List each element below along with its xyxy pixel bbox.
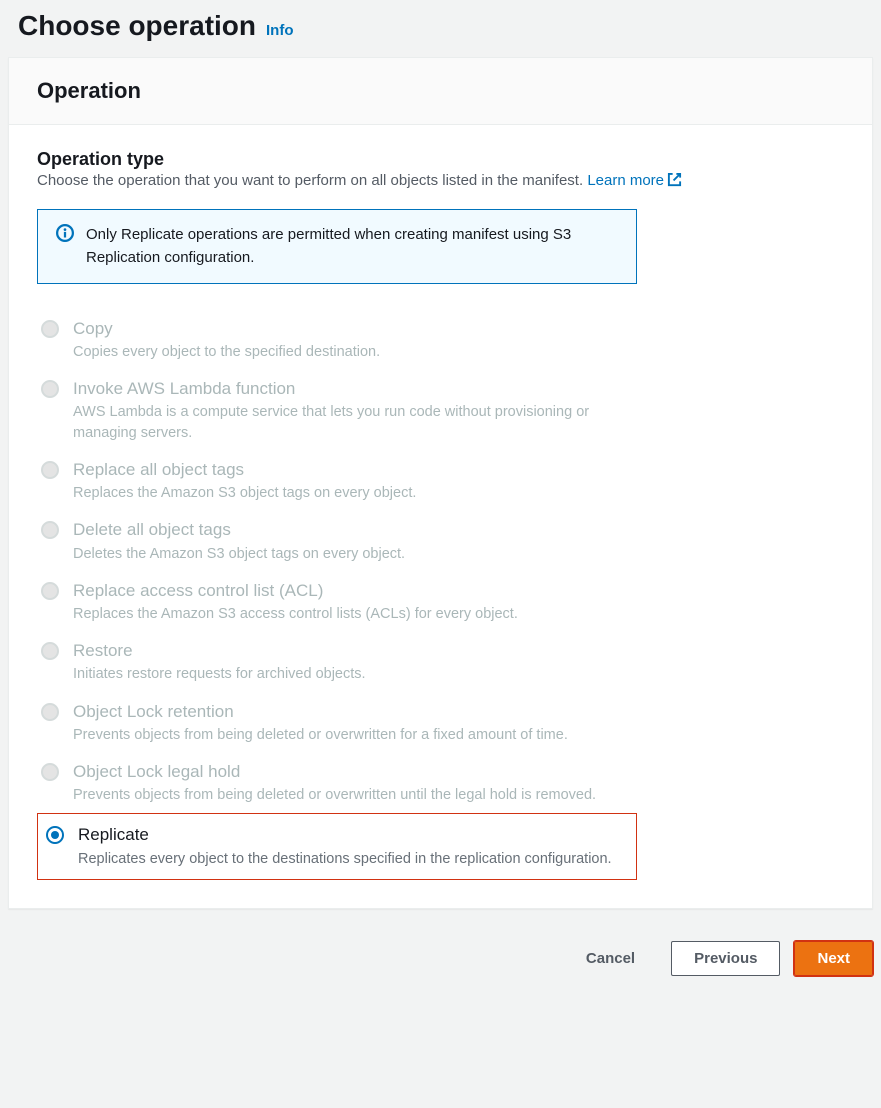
option-desc: Prevents objects from being deleted or o… bbox=[73, 725, 633, 745]
section-label: Operation type bbox=[37, 149, 844, 170]
option-texts: Delete all object tags Deletes the Amazon… bbox=[73, 519, 633, 563]
option-title: Replace all object tags bbox=[73, 459, 633, 481]
info-link[interactable]: Info bbox=[266, 22, 294, 39]
option-title: Invoke AWS Lambda function bbox=[73, 378, 633, 400]
option-texts: Invoke AWS Lambda functionAWS Lambda is … bbox=[73, 378, 633, 443]
option-title: Replace access control list (ACL) bbox=[73, 580, 633, 602]
option-lambda: Invoke AWS Lambda functionAWS Lambda is … bbox=[37, 370, 637, 451]
external-link-icon bbox=[667, 172, 682, 191]
option-desc: Initiates restore requests for archived … bbox=[73, 664, 633, 684]
option-title: Copy bbox=[73, 318, 633, 340]
option-texts: RestoreInitiates restore requests for ar… bbox=[73, 640, 633, 684]
option-replace-tags: Replace all object tagsReplaces the Amaz… bbox=[37, 451, 637, 511]
option-desc: Deletes the Amazon S3 object tags on eve… bbox=[73, 544, 633, 564]
option-replace-acl: Replace access control list (ACL)Replace… bbox=[37, 572, 637, 632]
option-lock-legal: Object Lock legal holdPrevents objects f… bbox=[37, 753, 637, 813]
wizard-footer: Cancel Previous Next bbox=[0, 929, 881, 1006]
option-desc: Replaces the Amazon S3 access control li… bbox=[73, 604, 633, 624]
panel-heading: Operation bbox=[37, 78, 844, 104]
option-title: Object Lock legal hold bbox=[73, 761, 633, 783]
section-desc: Choose the operation that you want to pe… bbox=[37, 172, 844, 191]
option-desc: Replaces the Amazon S3 object tags on ev… bbox=[73, 483, 633, 503]
radio-lambda bbox=[41, 380, 59, 398]
option-title: Object Lock retention bbox=[73, 701, 633, 723]
operation-panel: Operation Operation type Choose the oper… bbox=[8, 57, 873, 909]
option-texts: Replicate Replicates every object to the … bbox=[78, 824, 628, 868]
operation-options: CopyCopies every object to the specified… bbox=[37, 310, 637, 880]
option-restore: RestoreInitiates restore requests for ar… bbox=[37, 632, 637, 692]
previous-button[interactable]: Previous bbox=[671, 941, 780, 976]
learn-more-link[interactable]: Learn more bbox=[587, 172, 682, 189]
option-desc: Replicates every object to the destinati… bbox=[78, 849, 628, 869]
option-desc: AWS Lambda is a compute service that let… bbox=[73, 402, 633, 443]
option-desc: Prevents objects from being deleted or o… bbox=[73, 785, 633, 805]
radio-lock-legal bbox=[41, 763, 59, 781]
radio-copy bbox=[41, 320, 59, 338]
cancel-button[interactable]: Cancel bbox=[564, 942, 657, 975]
option-copy: CopyCopies every object to the specified… bbox=[37, 310, 637, 370]
info-alert: Only Replicate operations are permitted … bbox=[37, 209, 637, 284]
option-delete-tags: Delete all object tags Deletes the Amazon… bbox=[37, 511, 637, 571]
option-replicate[interactable]: Replicate Replicates every object to the … bbox=[37, 813, 637, 879]
radio-restore bbox=[41, 642, 59, 660]
radio-replicate[interactable] bbox=[46, 826, 64, 844]
panel-header: Operation bbox=[9, 58, 872, 125]
option-title: Restore bbox=[73, 640, 633, 662]
next-button[interactable]: Next bbox=[794, 941, 873, 976]
option-texts: Object Lock retentionPrevents objects fr… bbox=[73, 701, 633, 745]
info-icon bbox=[56, 224, 74, 247]
option-title: Replicate bbox=[78, 824, 628, 846]
page-title: Choose operation bbox=[18, 10, 256, 42]
radio-delete-tags bbox=[41, 521, 59, 539]
option-texts: Replace access control list (ACL)Replace… bbox=[73, 580, 633, 624]
radio-replace-tags bbox=[41, 461, 59, 479]
option-title: Delete all object tags bbox=[73, 519, 633, 541]
radio-replace-acl bbox=[41, 582, 59, 600]
option-texts: Object Lock legal holdPrevents objects f… bbox=[73, 761, 633, 805]
page-header: Choose operation Info bbox=[0, 0, 881, 57]
option-texts: CopyCopies every object to the specified… bbox=[73, 318, 633, 362]
radio-lock-retention bbox=[41, 703, 59, 721]
option-texts: Replace all object tagsReplaces the Amaz… bbox=[73, 459, 633, 503]
info-alert-text: Only Replicate operations are permitted … bbox=[86, 224, 618, 269]
panel-body: Operation type Choose the operation that… bbox=[9, 125, 872, 908]
section-desc-text: Choose the operation that you want to pe… bbox=[37, 172, 587, 189]
option-lock-retention: Object Lock retentionPrevents objects fr… bbox=[37, 693, 637, 753]
option-desc: Copies every object to the specified des… bbox=[73, 342, 633, 362]
